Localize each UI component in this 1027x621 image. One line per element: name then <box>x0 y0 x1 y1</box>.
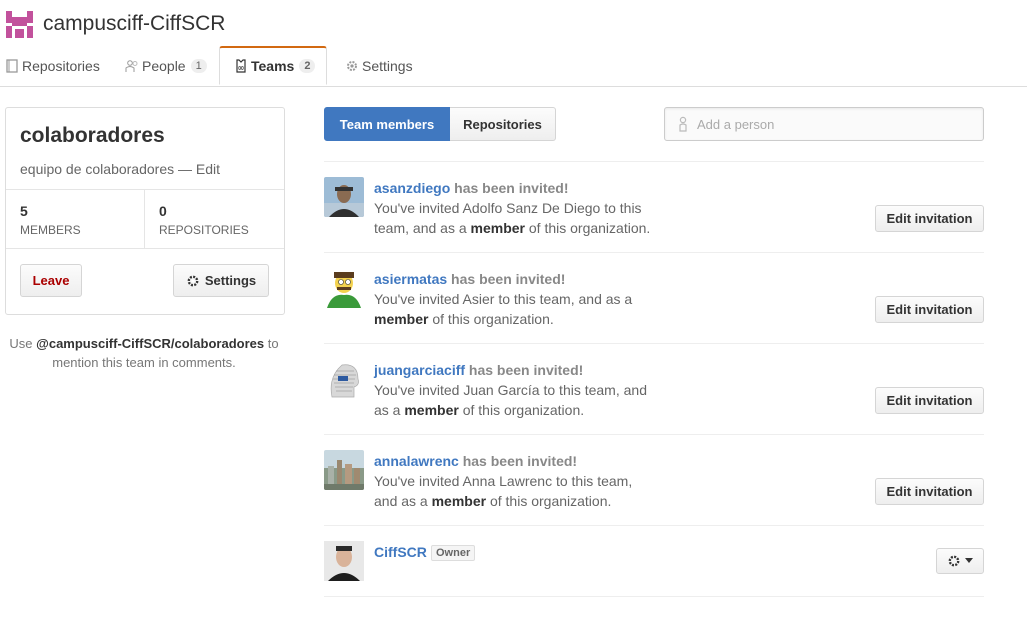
user-avatar[interactable] <box>324 541 364 581</box>
member-row-owner: CiffSCR Owner <box>324 526 984 597</box>
user-avatar[interactable] <box>324 268 364 308</box>
invite-detail-end: of this organization. <box>458 402 585 418</box>
org-name[interactable]: campusciff-CiffSCR <box>43 12 225 36</box>
team-card: colaboradores equipo de colaboradores — … <box>5 107 285 315</box>
user-avatar[interactable] <box>324 450 364 490</box>
username-link[interactable]: asiermatas <box>374 271 447 287</box>
people-counter: 1 <box>190 59 207 73</box>
team-name: colaboradores <box>20 124 165 147</box>
mention-hint: Use @campusciff-CiffSCR/colaboradores to… <box>5 334 283 372</box>
caret-down-icon <box>965 558 973 563</box>
member-options-button[interactable] <box>936 548 984 574</box>
jersey-icon: 00 <box>236 59 246 73</box>
repositories-label: REPOSITORIES <box>159 223 249 237</box>
invitation-text: annalawrenc has been invited! You've inv… <box>374 451 654 511</box>
members-stat[interactable]: 5 MEMBERS <box>6 190 145 248</box>
user-avatar[interactable] <box>324 359 364 399</box>
description-separator: — <box>174 161 196 177</box>
member-row: annalawrenc has been invited! You've inv… <box>324 435 984 526</box>
tab-label: Repositories <box>22 58 100 74</box>
invite-status: has been invited! <box>458 453 578 469</box>
edit-description-link[interactable]: Edit <box>196 161 220 177</box>
people-icon <box>125 60 138 72</box>
invite-role: member <box>404 402 459 418</box>
team-stats: 5 MEMBERS 0 REPOSITORIES <box>6 189 284 249</box>
tab-label: People <box>142 58 186 74</box>
gear-icon <box>187 275 199 286</box>
add-person-input[interactable] <box>695 115 979 133</box>
leave-team-button[interactable]: Leave <box>20 264 82 297</box>
team-members-tab[interactable]: Team members <box>324 107 450 141</box>
invite-role: member <box>431 493 487 509</box>
username-link[interactable]: asanzdiego <box>374 180 450 196</box>
add-person-field[interactable] <box>664 107 984 141</box>
owner-badge: Owner <box>431 545 476 561</box>
team-description: equipo de colaboradores — Edit <box>20 161 220 177</box>
team-view-switcher: Team members Repositories <box>324 107 556 141</box>
members-count: 5 <box>20 203 28 219</box>
gear-icon <box>948 555 960 567</box>
team-mention-handle: @campusciff-CiffSCR/colaboradores <box>36 336 265 351</box>
svg-text:00: 00 <box>238 66 244 72</box>
org-tabnav: Repositories People 1 00 Teams 2 Setting… <box>0 46 1027 87</box>
team-description-text: equipo de colaboradores <box>20 161 175 177</box>
invite-status: has been invited! <box>450 180 569 196</box>
invitation-text: juangarciaciff has been invited! You've … <box>374 360 654 420</box>
invite-detail: You've invited Asier to this team, and a… <box>374 291 633 307</box>
gear-icon <box>347 61 357 71</box>
members-label: MEMBERS <box>20 223 81 237</box>
repositories-count: 0 <box>159 203 167 219</box>
member-row: juangarciaciff has been invited! You've … <box>324 344 984 435</box>
tab-label: Teams <box>251 58 295 74</box>
tab-label: Settings <box>362 58 413 74</box>
teams-counter: 2 <box>299 59 316 73</box>
team-settings-button[interactable]: Settings <box>173 264 269 297</box>
invite-role: member <box>374 311 429 327</box>
invite-status: has been invited! <box>465 362 584 378</box>
org-avatar-icon[interactable] <box>6 10 33 38</box>
tab-repositories[interactable]: Repositories <box>5 46 100 86</box>
mention-prefix: Use <box>9 336 37 351</box>
invitation-text: asiermatas has been invited! You've invi… <box>374 269 654 329</box>
repositories-stat[interactable]: 0 REPOSITORIES <box>145 190 284 248</box>
invite-detail-end: of this organization. <box>524 220 651 236</box>
invite-role: member <box>470 220 525 236</box>
edit-invitation-button[interactable]: Edit invitation <box>875 387 984 414</box>
edit-invitation-button[interactable]: Edit invitation <box>875 205 984 232</box>
members-list: asanzdiego has been invited! You've invi… <box>324 161 984 597</box>
invite-status: has been invited! <box>447 271 566 287</box>
tab-people[interactable]: People 1 <box>125 46 207 86</box>
edit-invitation-button[interactable]: Edit invitation <box>875 296 984 323</box>
owner-username-link[interactable]: CiffSCR <box>374 544 427 560</box>
username-link[interactable]: annalawrenc <box>374 453 459 469</box>
person-icon <box>679 116 687 132</box>
member-row: asiermatas has been invited! You've invi… <box>324 253 984 344</box>
repo-icon <box>6 59 18 73</box>
team-settings-label: Settings <box>204 273 257 288</box>
org-header: campusciff-CiffSCR <box>6 9 225 39</box>
team-repositories-tab[interactable]: Repositories <box>450 107 556 141</box>
tab-settings[interactable]: Settings <box>345 46 413 86</box>
invite-detail-end: of this organization. <box>486 493 612 509</box>
invitation-text: asanzdiego has been invited! You've invi… <box>374 178 654 238</box>
user-avatar[interactable] <box>324 177 364 217</box>
member-row: asanzdiego has been invited! You've invi… <box>324 162 984 253</box>
edit-invitation-button[interactable]: Edit invitation <box>875 478 984 505</box>
username-link[interactable]: juangarciaciff <box>374 362 465 378</box>
tab-teams[interactable]: 00 Teams 2 <box>219 46 327 85</box>
invite-detail-end: of this organization. <box>428 311 554 327</box>
